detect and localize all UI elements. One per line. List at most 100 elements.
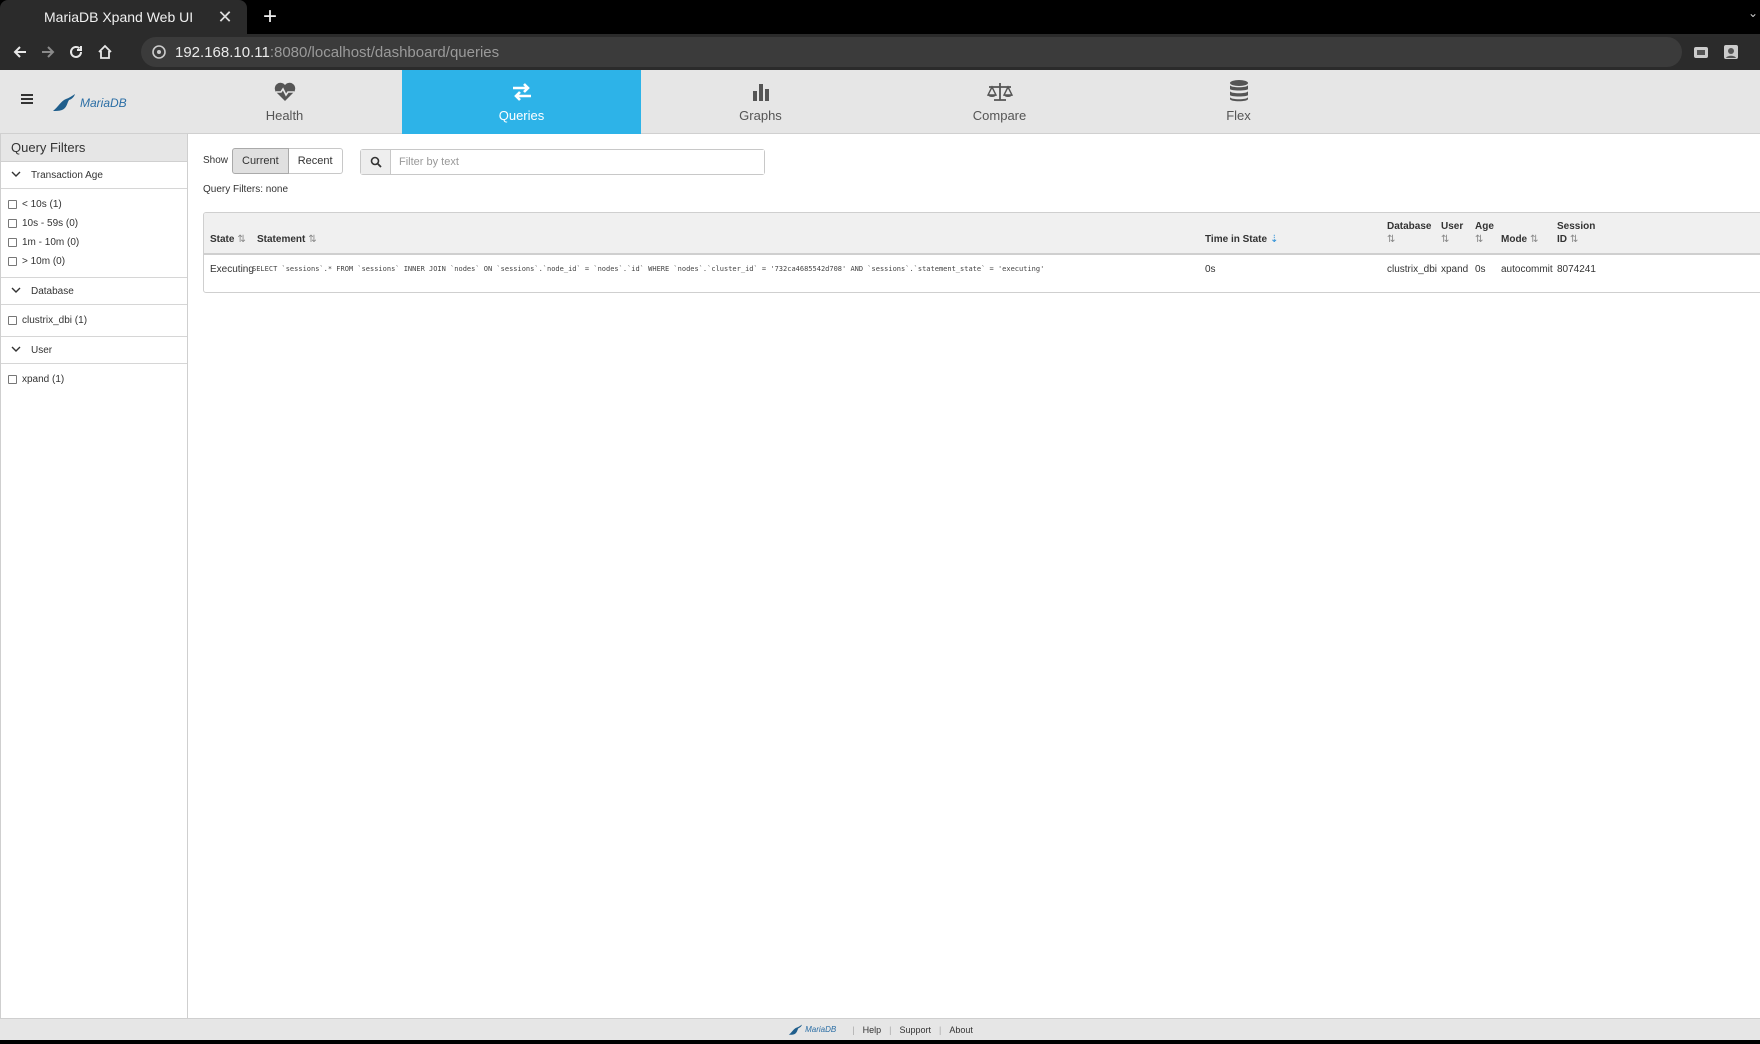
nav-tab-label: Flex [1226,108,1251,123]
query-filters-status: Query Filters: none [203,184,289,195]
nav-tab-label: Compare [972,108,1027,123]
col-time-in-state[interactable]: Time in State ⇣ [1205,233,1278,246]
profile-icon[interactable] [1722,43,1740,61]
cell-mode: autocommit [1501,264,1553,275]
show-current-button[interactable]: Current [232,148,289,174]
checkbox[interactable] [8,375,17,384]
forward-arrow-icon[interactable] [34,38,62,66]
sort-desc-icon[interactable]: ⇣ [1270,234,1278,245]
divider: | [938,1024,942,1035]
sort-icon[interactable]: ⇅ [1475,234,1483,245]
show-recent-button[interactable]: Recent [288,148,343,174]
col-mode[interactable]: Mode ⇅ [1501,233,1539,246]
col-state[interactable]: State ⇅ [210,233,246,246]
app-header: MariaDB Health Queries Graphs Compare Fl… [0,70,1760,134]
sort-icon[interactable]: ⇅ [1530,234,1538,245]
filter-section-transaction-age[interactable]: Transaction Age [1,162,187,189]
show-label: Show [203,155,229,166]
col-label: Database [1387,221,1432,232]
taskbar-edge [0,1040,1760,1044]
sort-icon[interactable]: ⇅ [1570,234,1578,245]
divider: | [852,1024,855,1035]
chevron-down-icon [11,170,23,181]
col-user[interactable]: User ⇅ [1441,220,1463,246]
filter-item-label: < 10s (1) [22,199,62,210]
checkbox[interactable] [8,200,17,209]
col-database[interactable]: Database ⇅ [1387,220,1431,246]
nav-tab-health[interactable]: Health [165,70,404,134]
checkbox[interactable] [8,219,17,228]
new-tab-icon[interactable]: + [258,3,282,31]
section-label: Database [31,285,74,297]
nav-tab-label: Queries [498,108,545,123]
checkbox[interactable] [8,238,17,247]
filter-item[interactable]: clustrix_dbi (1) [8,311,187,330]
database-icon [1229,80,1248,102]
footer-link-support[interactable]: Support [899,1025,931,1035]
url-host: 192.168.10.11 [175,43,270,61]
section-label: Transaction Age [31,169,103,181]
filter-item-label: > 10m (0) [22,256,66,267]
sort-icon[interactable]: ⇅ [308,234,316,245]
filter-item[interactable]: xpand (1) [8,370,187,389]
bar-chart-icon [752,84,769,101]
nav-tab-graphs[interactable]: Graphs [641,70,880,134]
footer-logo-text: MariaDB [805,1025,837,1034]
nav-tab-queries[interactable]: Queries [402,70,641,134]
section-label: User [31,344,53,356]
filter-text-input[interactable] [391,150,764,174]
queries-table: State ⇅ Statement ⇅ Time in State ⇣ Databas… [203,212,1760,293]
site-info-icon[interactable] [151,44,167,60]
filter-section-database[interactable]: Database [1,278,187,305]
filter-item[interactable]: < 10s (1) [8,195,187,214]
filter-item-label: clustrix_dbi (1) [22,315,88,326]
url-path: :8080/localhost/dashboard/queries [269,43,500,61]
filter-item[interactable]: > 10m (0) [8,252,187,271]
sort-icon[interactable]: ⇅ [1387,234,1395,245]
footer-link-help[interactable]: Help [863,1025,882,1035]
back-arrow-icon[interactable] [6,38,34,66]
close-tab-icon[interactable]: ✕ [215,7,235,27]
col-label: User [1441,221,1464,232]
col-label: Age [1475,221,1494,232]
col-label: Time in State [1205,234,1268,245]
logo-text: MariaDB [80,96,127,110]
chevron-down-icon [11,286,23,297]
app-root: MariaDB Health Queries Graphs Compare Fl… [0,70,1760,1040]
arrows-exchange-icon [512,83,531,101]
heart-pulse-icon [274,82,295,101]
col-label: Statement [257,234,306,245]
sidebar-title: Query Filters [1,134,187,162]
nav-tab-flex[interactable]: Flex [1119,70,1358,134]
cell-database: clustrix_dbi [1387,264,1438,275]
divider: | [889,1024,892,1035]
reload-icon[interactable] [62,38,90,66]
address-bar[interactable]: 192.168.10.11:8080/localhost/dashboard/q… [141,37,1682,67]
extension-icon[interactable] [1692,43,1710,61]
home-icon[interactable] [91,38,119,66]
mariadb-logo[interactable]: MariaDB [52,92,132,114]
menu-icon[interactable] [20,92,38,110]
col-age[interactable]: Age ⇅ [1475,220,1494,246]
sort-icon[interactable]: ⇅ [237,234,245,245]
tab-search-chevron-icon[interactable]: ⌄ [1748,6,1760,26]
footer-logo[interactable]: MariaDB [787,1024,836,1036]
filter-item-label: 10s - 59s (0) [22,218,79,229]
nav-tab-label: Health [265,108,304,123]
nav-tab-compare[interactable]: Compare [880,70,1119,134]
queries-main: Show Current Recent Query Filters: none … [188,134,1760,1018]
checkbox[interactable] [8,257,17,266]
search-icon [361,150,391,174]
filter-section-user[interactable]: User [1,337,187,364]
sort-icon[interactable]: ⇅ [1441,234,1449,245]
footer-link-about[interactable]: About [949,1025,973,1035]
col-session-id[interactable]: Session ID ⇅ [1557,220,1595,246]
browser-tab[interactable]: MariaDB Xpand Web UI ✕ [0,0,247,34]
filter-list: xpand (1) [1,364,187,395]
col-statement[interactable]: Statement ⇅ [257,233,317,246]
filter-item[interactable]: 10s - 59s (0) [8,214,187,233]
show-toggle: Current Recent [232,148,343,174]
checkbox[interactable] [8,316,17,325]
filter-item[interactable]: 1m - 10m (0) [8,233,187,252]
cell-user: xpand [1441,264,1469,275]
